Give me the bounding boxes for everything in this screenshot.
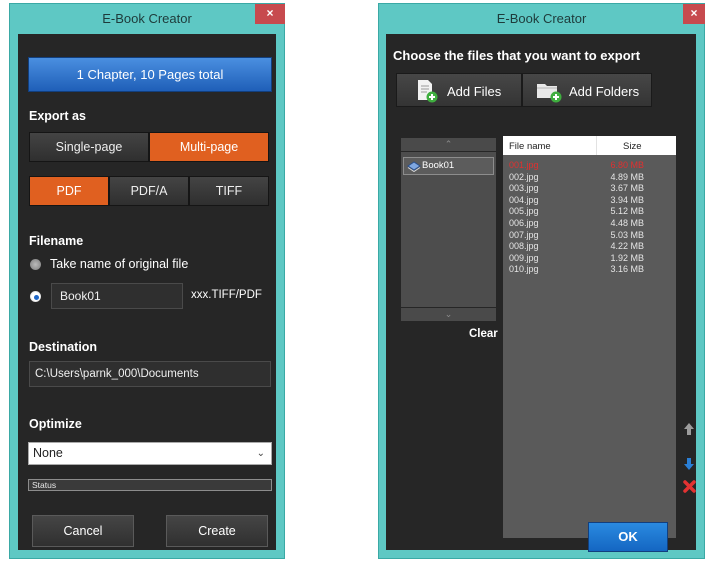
tree-item-label: Book01 <box>422 160 455 171</box>
file-size-cell: 3.67 MB <box>610 183 644 194</box>
file-name-cell: 005.jpg <box>509 206 539 217</box>
file-row[interactable]: 002.jpg 4.89 MB <box>503 172 676 184</box>
export-as-label: Export as <box>29 109 86 123</box>
left-window: E-Book Creator × 1 Chapter, 10 Pages tot… <box>9 3 285 559</box>
original-name-radio[interactable] <box>30 259 41 270</box>
file-row[interactable]: 010.jpg 3.16 MB <box>503 264 676 276</box>
remove-icon[interactable] <box>683 480 696 493</box>
optimize-select[interactable]: None ⌄ <box>28 442 272 465</box>
right-window: E-Book Creator × Choose the files that y… <box>378 3 705 559</box>
tree-scroll-down-button[interactable]: ⌄ <box>401 308 496 321</box>
file-size-cell: 5.03 MB <box>610 229 644 240</box>
add-folders-label: Add Folders <box>569 84 640 99</box>
file-row[interactable]: 003.jpg 3.67 MB <box>503 183 676 195</box>
single-page-option[interactable]: Single-page <box>29 132 149 162</box>
ok-button[interactable]: OK <box>588 522 668 552</box>
file-name-cell: 007.jpg <box>509 229 539 240</box>
file-size-cell: 4.22 MB <box>610 241 644 252</box>
file-name-cell: 004.jpg <box>509 194 539 205</box>
optimize-selected-value: None <box>33 446 63 460</box>
create-button[interactable]: Create <box>166 515 268 547</box>
destination-input[interactable]: C:\Users\parnk_000\Documents <box>29 361 271 387</box>
format-pdfa-option[interactable]: PDF/A <box>109 176 189 206</box>
file-row[interactable]: 006.jpg 4.48 MB <box>503 218 676 230</box>
file-size-cell: 5.12 MB <box>610 206 644 217</box>
add-files-label: Add Files <box>447 84 502 99</box>
file-size-cell: 3.16 MB <box>610 264 644 275</box>
move-up-icon[interactable] <box>683 422 695 436</box>
book-icon <box>407 161 421 172</box>
tree-item[interactable]: Book01 <box>403 157 494 175</box>
cancel-button[interactable]: Cancel <box>32 515 134 547</box>
summary-button[interactable]: 1 Chapter, 10 Pages total <box>28 57 272 92</box>
right-window-title: E-Book Creator <box>496 11 587 26</box>
file-name-cell: 001.jpg <box>509 160 539 170</box>
move-down-icon[interactable] <box>683 457 695 471</box>
destination-label: Destination <box>29 340 98 354</box>
file-list: File name Size 001.jpg 6.80 MB 002.jpg 4.89… <box>503 136 676 538</box>
file-size-cell: 3.94 MB <box>610 194 644 205</box>
right-titlebar: E-Book Creator × <box>379 4 705 34</box>
file-size-cell: 4.89 MB <box>610 171 644 182</box>
format-tiff-option[interactable]: TIFF <box>189 176 269 206</box>
file-row[interactable]: 005.jpg 5.12 MB <box>503 206 676 218</box>
add-folder-icon <box>537 84 562 103</box>
left-window-title: E-Book Creator <box>102 11 192 26</box>
chevron-down-icon: ⌄ <box>256 448 265 459</box>
file-name-cell: 003.jpg <box>509 183 539 194</box>
filename-label: Filename <box>29 234 84 248</box>
file-size-cell: 6.80 MB <box>610 160 644 170</box>
file-row[interactable]: 007.jpg 5.03 MB <box>503 230 676 242</box>
file-name-cell: 010.jpg <box>509 264 539 275</box>
multi-page-option[interactable]: Multi-page <box>149 132 269 162</box>
add-folders-button[interactable]: Add Folders <box>522 73 652 107</box>
file-name-cell: 008.jpg <box>509 241 539 252</box>
tree-scroll-up-button[interactable]: ⌃ <box>401 138 496 151</box>
file-size-cell: 1.92 MB <box>610 252 644 263</box>
optimize-label: Optimize <box>29 417 82 431</box>
file-row[interactable]: 001.jpg 6.80 MB <box>503 160 676 172</box>
left-close-button[interactable]: × <box>255 4 285 24</box>
format-pdf-option[interactable]: PDF <box>29 176 109 206</box>
right-close-button[interactable]: × <box>683 4 705 24</box>
file-row[interactable]: 004.jpg 3.94 MB <box>503 195 676 207</box>
filename-input[interactable]: Book01 <box>51 283 183 309</box>
file-name-cell: 006.jpg <box>509 218 539 228</box>
instruction-text: Choose the files that you want to export <box>393 48 641 63</box>
file-size-cell: 4.48 MB <box>610 218 644 228</box>
header-divider <box>596 136 597 155</box>
file-row[interactable]: 009.jpg 1.92 MB <box>503 253 676 265</box>
original-name-label: Take name of original file <box>50 257 189 271</box>
custom-name-radio[interactable] <box>30 291 41 302</box>
file-name-cell: 002.jpg <box>509 171 539 182</box>
add-files-button[interactable]: Add Files <box>396 73 522 107</box>
column-header-size[interactable]: Size <box>623 141 641 152</box>
right-client-area: Choose the files that you want to export… <box>386 34 696 552</box>
tree-panel: Book01 <box>401 152 496 307</box>
left-client-area: 1 Chapter, 10 Pages total Export as Sing… <box>18 34 276 550</box>
column-header-name[interactable]: File name <box>509 141 551 152</box>
left-titlebar: E-Book Creator × <box>10 4 285 34</box>
clear-button[interactable]: Clear <box>469 328 498 340</box>
file-row[interactable]: 008.jpg 4.22 MB <box>503 241 676 253</box>
file-list-header: File name Size <box>503 136 676 155</box>
extension-hint: xxx.TIFF/PDF <box>191 289 262 301</box>
file-name-cell: 009.jpg <box>509 252 539 263</box>
status-bar: Status <box>28 479 272 491</box>
add-file-icon <box>418 80 438 103</box>
